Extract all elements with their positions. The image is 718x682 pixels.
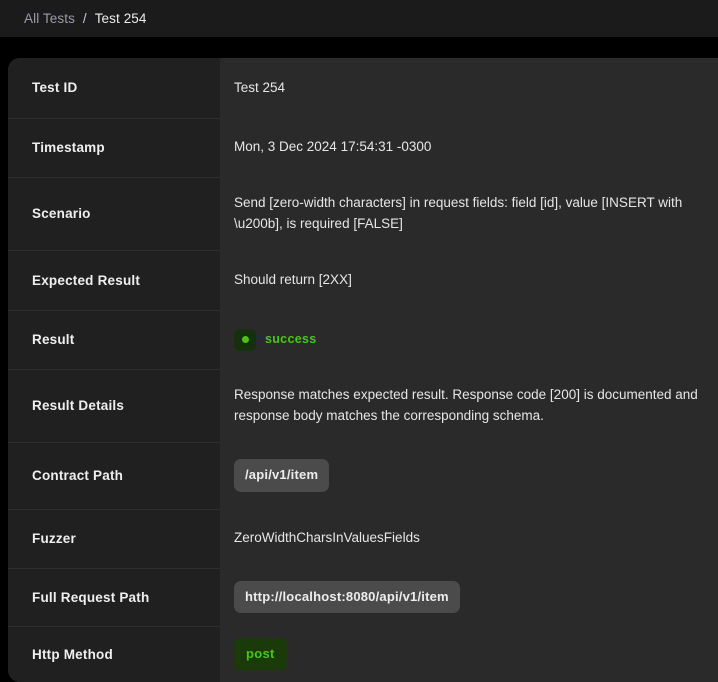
row-label: Contract Path xyxy=(8,442,220,509)
status-dot-icon xyxy=(234,329,256,351)
row-label: Test ID xyxy=(8,58,220,118)
breadcrumb: All Tests / Test 254 xyxy=(0,0,718,37)
table-row: Http Method post xyxy=(8,626,718,682)
status-dot xyxy=(242,336,249,343)
row-value: Should return [2XX] xyxy=(220,250,718,310)
detail-panel-wrapper: Test ID Test 254 Timestamp Mon, 3 Dec 2024 … xyxy=(0,58,718,682)
table-row: Expected Result Should return [2XX] xyxy=(8,250,718,310)
row-value: Test 254 xyxy=(220,58,718,118)
row-value: http://localhost:8080/api/v1/item xyxy=(220,568,718,626)
row-label: Full Request Path xyxy=(8,568,220,626)
row-value-text: ZeroWidthCharsInValuesFields xyxy=(234,528,698,549)
breadcrumb-current-test-254: Test 254 xyxy=(95,11,147,26)
content-gap xyxy=(0,37,718,58)
row-value-text: Response matches expected result. Respon… xyxy=(234,385,698,427)
test-detail-table-body: Test ID Test 254 Timestamp Mon, 3 Dec 2024 … xyxy=(8,58,718,682)
row-label: Scenario xyxy=(8,177,220,250)
row-value-text: Should return [2XX] xyxy=(234,270,698,291)
row-label: Timestamp xyxy=(8,118,220,177)
row-value: Response matches expected result. Respon… xyxy=(220,369,718,442)
row-label: Fuzzer xyxy=(8,509,220,568)
row-value: ZeroWidthCharsInValuesFields xyxy=(220,509,718,568)
row-label: Expected Result xyxy=(8,250,220,310)
path-chip[interactable]: /api/v1/item xyxy=(234,459,329,491)
table-row: Fuzzer ZeroWidthCharsInValuesFields xyxy=(8,509,718,568)
row-value: success xyxy=(220,310,718,369)
row-label: Result Details xyxy=(8,369,220,442)
row-value: /api/v1/item xyxy=(220,442,718,509)
breadcrumb-separator: / xyxy=(83,11,87,26)
test-detail-table: Test ID Test 254 Timestamp Mon, 3 Dec 2024 … xyxy=(8,58,718,682)
table-row: Timestamp Mon, 3 Dec 2024 17:54:31 -0300 xyxy=(8,118,718,177)
status-badge: success xyxy=(234,329,316,351)
row-value-text: Send [zero-width characters] in request … xyxy=(234,193,698,235)
table-row: Test ID Test 254 xyxy=(8,58,718,118)
table-row: Full Request Path http://localhost:8080/a… xyxy=(8,568,718,626)
row-value-text: Test 254 xyxy=(234,78,698,99)
test-detail-panel: Test ID Test 254 Timestamp Mon, 3 Dec 2024 … xyxy=(8,58,718,682)
row-value: post xyxy=(220,626,718,682)
row-value: Mon, 3 Dec 2024 17:54:31 -0300 xyxy=(220,118,718,177)
path-chip[interactable]: http://localhost:8080/api/v1/item xyxy=(234,581,460,613)
table-row: Contract Path/api/v1/item xyxy=(8,442,718,509)
table-row: Scenario Send [zero-width characters] in … xyxy=(8,177,718,250)
table-row: Result Details Response matches expected … xyxy=(8,369,718,442)
row-value: Send [zero-width characters] in request … xyxy=(220,177,718,250)
table-row: Result success xyxy=(8,310,718,369)
row-label: Result xyxy=(8,310,220,369)
row-label: Http Method xyxy=(8,626,220,682)
breadcrumb-link-all-tests[interactable]: All Tests xyxy=(24,11,75,26)
http-method-badge: post xyxy=(234,638,287,670)
status-badge-label: success xyxy=(265,330,316,349)
row-value-text: Mon, 3 Dec 2024 17:54:31 -0300 xyxy=(234,137,698,158)
